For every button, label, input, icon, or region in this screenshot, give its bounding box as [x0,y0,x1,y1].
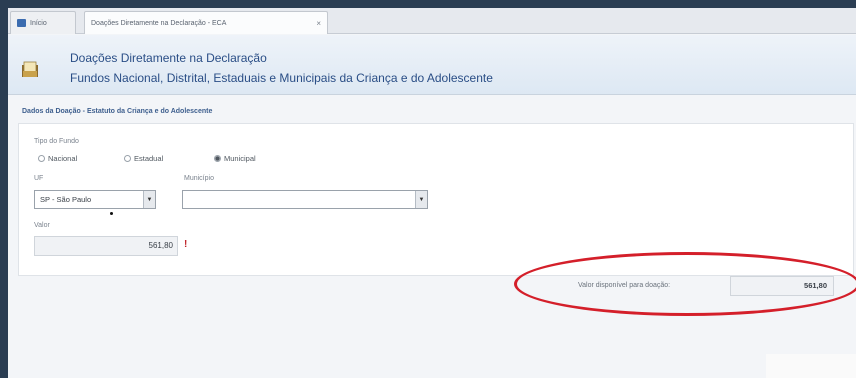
corner-overlay [766,354,856,378]
tab-doacoes-label: Doações Diretamente na Declaração - ECA [91,19,227,27]
section-title: Dados da Doação - Estatuto da Criança e … [22,108,213,115]
uf-label: UF [34,175,44,182]
required-icon: ! [184,239,188,250]
close-icon[interactable]: × [316,19,321,28]
chevron-down-icon[interactable]: ▼ [143,191,155,208]
page-title: Doações Diretamente na Declaração [70,51,267,65]
valor-label: Valor [34,222,50,229]
tipo-fundo-label: Tipo do Fundo [34,138,79,145]
valor-disponivel-field: 561,80 [730,276,834,296]
radio-estadual[interactable]: Estadual [124,154,163,163]
uf-select[interactable]: SP - São Paulo ▼ [34,190,156,209]
tab-doacoes[interactable]: Doações Diretamente na Declaração - ECA … [84,11,328,34]
valor-disponivel-label: Valor disponível para doação: [578,282,671,289]
radio-button[interactable] [38,155,45,162]
home-icon [17,19,26,27]
mouse-cursor [110,212,113,215]
valor-input[interactable]: 561,80 [34,236,178,256]
radio-nacional[interactable]: Nacional [38,154,77,163]
radio-button[interactable] [124,155,131,162]
page-subtitle: Fundos Nacional, Distrital, Estaduais e … [70,71,493,85]
tab-home[interactable]: Início [10,11,76,34]
tab-home-label: Início [30,19,47,27]
page-header: Doações Diretamente na Declaração Fundos… [8,35,856,95]
uf-value: SP - São Paulo [40,195,92,204]
radio-municipal-label: Municipal [224,154,256,163]
radio-button-selected[interactable] [214,155,221,162]
app-window: Início Doações Diretamente na Declaração… [8,8,856,378]
municipio-label: Município [184,175,214,182]
municipio-select[interactable]: ▼ [182,190,428,209]
document-icon [22,61,38,77]
radio-nacional-label: Nacional [48,154,78,163]
tab-bar: Início Doações Diretamente na Declaração… [8,8,856,34]
radio-municipal[interactable]: Municipal [214,154,256,163]
radio-estadual-label: Estadual [134,154,164,163]
chevron-down-icon[interactable]: ▼ [415,191,427,208]
